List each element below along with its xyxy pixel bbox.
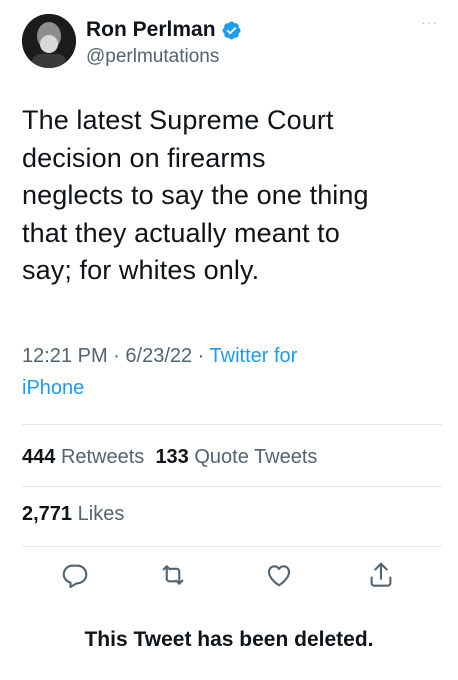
quote-tweets-stat[interactable]: 133 Quote Tweets: [155, 446, 317, 468]
retweet-icon[interactable]: [158, 560, 188, 590]
quote-tweets-count: 133: [155, 446, 189, 468]
tweet-text: The latest Supreme Court decision on fir…: [22, 102, 442, 290]
share-icon[interactable]: [366, 560, 396, 590]
tweet-source-link[interactable]: Twitter for: [210, 345, 298, 367]
tweet-date[interactable]: 6/23/22: [125, 345, 192, 367]
likes-count: 2,771: [22, 503, 73, 525]
retweets-stat[interactable]: 444 Retweets: [22, 446, 144, 468]
retweets-label: Retweets: [60, 446, 145, 468]
likes-stat[interactable]: 2,771 Likes: [22, 503, 124, 525]
divider: [22, 486, 442, 487]
tweet-text-line: that they actually meant to: [22, 217, 340, 248]
tweet-source-link-continued[interactable]: iPhone: [22, 377, 84, 399]
name-row: Ron Perlman: [86, 18, 242, 42]
display-name[interactable]: Ron Perlman: [86, 18, 216, 42]
divider: [22, 546, 442, 547]
retweets-count: 444: [22, 446, 56, 468]
reply-icon[interactable]: [60, 560, 90, 590]
meta-separator: ·: [192, 345, 210, 367]
likes-stats-row: 2,771 Likes: [22, 503, 124, 526]
tweet-text-line: The latest Supreme Court: [22, 105, 334, 135]
tweet-text-line: say; for whites only.: [22, 255, 260, 285]
more-options-icon[interactable]: ···: [421, 14, 438, 30]
tweet-actions-bar: [0, 560, 458, 596]
divider: [22, 424, 442, 425]
like-heart-icon[interactable]: [264, 560, 294, 590]
tweet-text-line: neglects to say the one thing: [22, 180, 369, 210]
avatar-image: [22, 14, 76, 68]
user-handle[interactable]: @perlmutations: [86, 46, 219, 68]
verified-badge-icon: [221, 20, 242, 41]
tweet-text-line: decision on firearms: [22, 142, 266, 173]
deleted-notice: This Tweet has been deleted.: [84, 628, 374, 651]
tweet-meta: 12:21 PM · 6/23/22 · Twitter for iPhone: [22, 340, 432, 404]
tweet-header: Ron Perlman @perlmutations ···: [22, 14, 442, 70]
quote-tweets-label: Quote Tweets: [194, 446, 318, 468]
tweet-time[interactable]: 12:21 PM: [22, 345, 108, 367]
engagement-stats-row: 444 Retweets 133 Quote Tweets: [22, 446, 317, 469]
meta-separator: ·: [107, 345, 126, 367]
avatar[interactable]: [22, 14, 76, 68]
likes-label: Likes: [77, 503, 125, 525]
